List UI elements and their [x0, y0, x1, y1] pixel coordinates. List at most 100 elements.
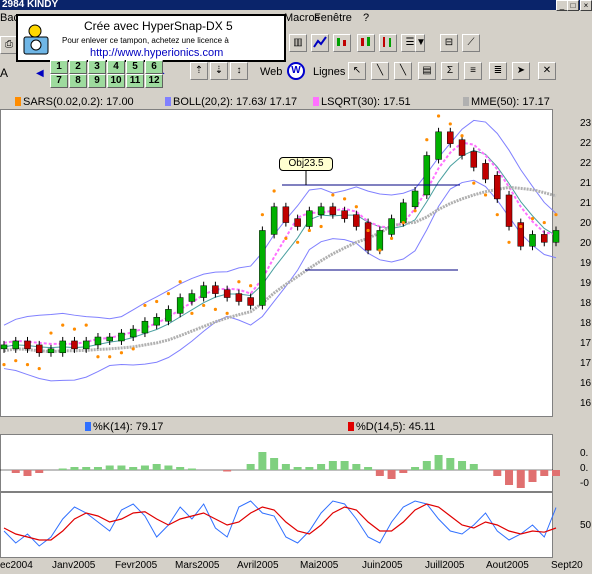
sar-dot [96, 355, 100, 359]
sar-dot [14, 359, 18, 363]
sar-dot [472, 181, 476, 185]
macd-bar [340, 461, 349, 470]
candle-body [482, 163, 489, 180]
price-tick-label: 17 [580, 338, 592, 349]
macd-bar [364, 467, 373, 470]
sar-dot [49, 331, 53, 335]
macd-bar [387, 470, 396, 479]
macd-bar [528, 470, 537, 482]
macd-bar [505, 470, 514, 485]
sar-dot [495, 213, 499, 217]
mme-line [3, 185, 557, 354]
sar-dot [61, 323, 65, 327]
sar-dot [178, 280, 182, 284]
macd-bar [82, 467, 91, 470]
sar-dot [413, 209, 417, 213]
candle-body [541, 234, 548, 243]
macd-bar [281, 464, 290, 470]
macd-bar [23, 470, 32, 476]
macd-bar [458, 461, 467, 470]
candle-body [188, 293, 196, 302]
sar-dot [237, 280, 241, 284]
macd-bar [129, 467, 138, 470]
macd-bar [152, 464, 161, 470]
bollinger-lower [3, 179, 557, 382]
sar-dot [213, 307, 218, 311]
price-tick-label: 19 [580, 278, 592, 289]
sar-dot [272, 189, 276, 193]
sar-dot [389, 236, 394, 240]
sar-dot [366, 228, 370, 233]
candle-body [341, 210, 348, 219]
price-tick-label: 22 [580, 138, 592, 149]
macd-bar [293, 467, 302, 470]
sar-dot [131, 347, 135, 351]
sar-dot [530, 217, 535, 221]
price-tick-label: 20 [580, 238, 592, 249]
candle-body [12, 340, 19, 350]
sar-dot [143, 303, 147, 308]
sar-dot [401, 220, 405, 225]
sar-dot [378, 248, 382, 252]
candle-body [447, 131, 454, 144]
sar-dot [342, 197, 347, 201]
macd-bar [11, 470, 20, 473]
candle-body [306, 210, 313, 227]
macd-bar [117, 465, 126, 470]
candle-body [223, 289, 231, 298]
sar-dot [84, 323, 88, 327]
candle-body [552, 230, 560, 243]
sar-dot [319, 224, 323, 229]
lsqrt-line [3, 141, 557, 345]
sar-dot [296, 240, 300, 244]
sar-dot [507, 240, 511, 244]
price-chart [0, 114, 560, 547]
price-tick-label: 16 [580, 398, 592, 409]
sar-dot [108, 355, 112, 359]
price-tick-label: 20 [580, 218, 592, 229]
candle-body [235, 293, 243, 302]
x-axis-label: Aout2005 [486, 560, 529, 571]
candle-body [106, 336, 113, 342]
candle-body [376, 230, 384, 251]
sar-dot [425, 138, 429, 142]
stoch-k-line [3, 500, 557, 547]
price-tick-label: 21 [580, 178, 592, 189]
macd-bar [352, 464, 361, 470]
x-axis-label: Juin2005 [362, 560, 403, 571]
sar-dot [448, 122, 452, 126]
candle-body [35, 344, 43, 354]
price-tick-label: 23 [580, 118, 592, 129]
candle-body [494, 174, 501, 200]
sar-dot [249, 284, 253, 288]
macd-bar [399, 470, 408, 473]
macd-bar [70, 467, 79, 470]
candle-body [153, 317, 160, 326]
sar-dot [2, 363, 6, 367]
macd-bar [164, 465, 173, 470]
macd-bar [493, 470, 502, 476]
sar-dot [542, 220, 546, 225]
candle-body [364, 222, 372, 251]
sar-dot [554, 213, 558, 217]
sar-dot [307, 228, 311, 233]
candle-body [118, 332, 125, 342]
macd-tick-label: -0 [580, 478, 589, 489]
x-axis-label: ec2004 [0, 560, 33, 571]
sar-dot [436, 114, 441, 118]
candle-body [270, 206, 278, 235]
candle-body [529, 234, 536, 247]
price-tick-label: 21 [580, 198, 592, 209]
x-axis-label: Sept20 [551, 560, 583, 571]
candle-body [353, 214, 360, 227]
sar-dot [25, 363, 30, 367]
price-tick-label: 22 [580, 158, 592, 169]
candle-body [329, 206, 337, 215]
candle-body [294, 218, 301, 227]
x-axis-label: Fevr2005 [115, 560, 158, 571]
candle-body [435, 131, 442, 160]
macd-tick-label: 0. [580, 463, 589, 474]
x-axis-label: Juill2005 [425, 560, 465, 571]
candle-body [400, 202, 407, 223]
target-annotation: Obj23.5 [279, 157, 333, 171]
